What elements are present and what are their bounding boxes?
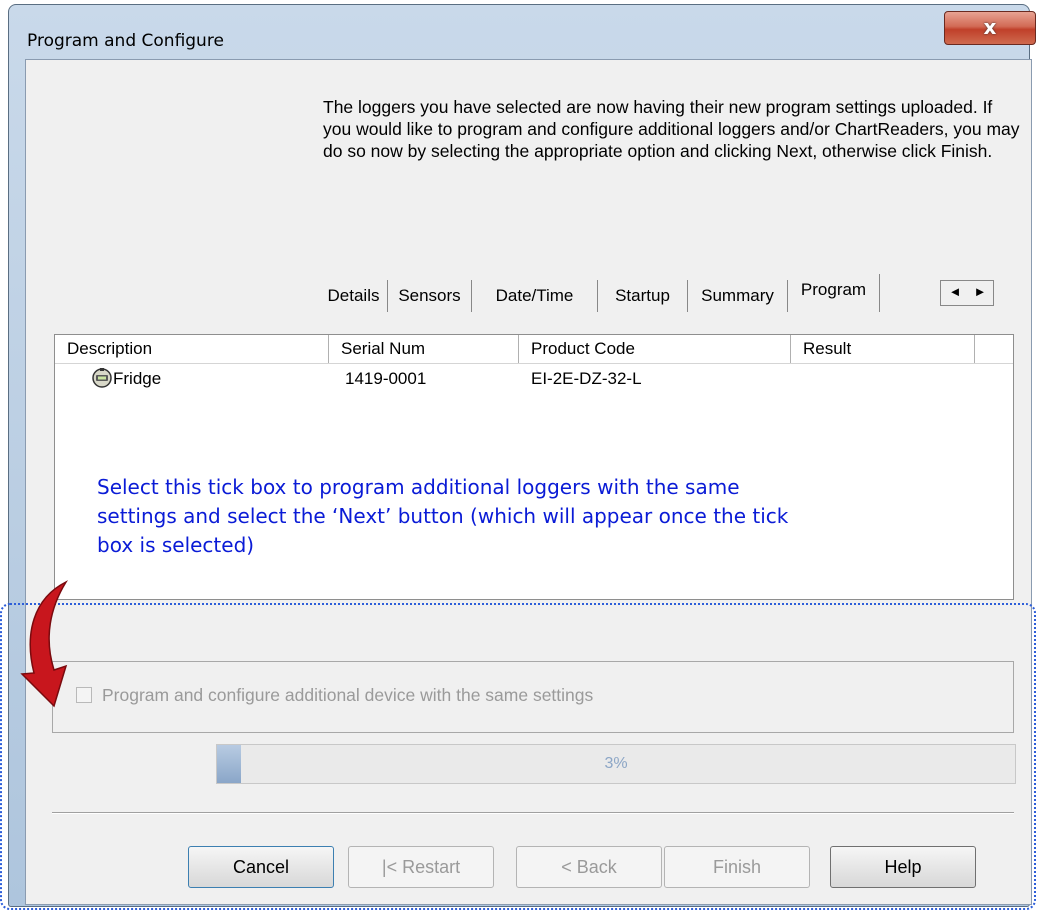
- button-separator: [52, 812, 1014, 814]
- annotation-callout: Select this tick box to program addition…: [97, 475, 789, 557]
- cell-description: Fridge: [113, 369, 162, 388]
- red-arrow-icon: [20, 580, 69, 708]
- upload-progress-bar: 3%: [216, 744, 1016, 784]
- window-title: Program and Configure: [27, 31, 224, 51]
- device-list[interactable]: Description Serial Num Product Code Resu…: [54, 334, 1014, 600]
- cell-serial-num: 1419-0001: [345, 369, 427, 388]
- dialog-client-area: The loggers you have selected are now ha…: [25, 59, 1032, 905]
- scroll-right-icon[interactable]: ►: [968, 284, 992, 302]
- table-row[interactable]: Fridge 1419-0001 EI-2E-DZ-32-L: [55, 363, 1013, 395]
- back-button[interactable]: < Back: [516, 846, 662, 888]
- cancel-button[interactable]: Cancel: [188, 846, 334, 888]
- tab-startup[interactable]: Startup: [598, 280, 688, 312]
- tab-scroll-buttons: ◄ ►: [940, 280, 994, 306]
- list-header: Description Serial Num Product Code Resu…: [55, 335, 1013, 364]
- dialog-window: Program and Configure x The loggers you …: [8, 4, 1036, 907]
- tab-sensors[interactable]: Sensors: [388, 280, 472, 312]
- cell-product-code: EI-2E-DZ-32-L: [531, 369, 642, 388]
- scroll-left-icon[interactable]: ◄: [943, 284, 967, 302]
- tab-date-time[interactable]: Date/Time: [472, 280, 598, 312]
- restart-button[interactable]: |< Restart: [348, 846, 494, 888]
- tab-details[interactable]: Details: [320, 280, 388, 312]
- additional-device-checkbox-label[interactable]: Program and configure additional device …: [102, 685, 593, 706]
- close-button[interactable]: x: [944, 11, 1036, 45]
- help-button[interactable]: Help: [830, 846, 976, 888]
- intro-text: The loggers you have selected are now ha…: [323, 97, 1020, 161]
- column-header-result[interactable]: Result: [791, 335, 975, 363]
- tab-summary[interactable]: Summary: [688, 280, 788, 312]
- progress-percent: 3%: [604, 755, 628, 772]
- tab-program[interactable]: Program: [788, 274, 880, 312]
- logger-device-icon: [91, 367, 113, 394]
- column-header-description[interactable]: Description: [55, 335, 329, 363]
- finish-button[interactable]: Finish: [664, 846, 810, 888]
- column-header-serial-num[interactable]: Serial Num: [329, 335, 519, 363]
- close-icon: x: [983, 15, 997, 39]
- column-header-product-code[interactable]: Product Code: [519, 335, 791, 363]
